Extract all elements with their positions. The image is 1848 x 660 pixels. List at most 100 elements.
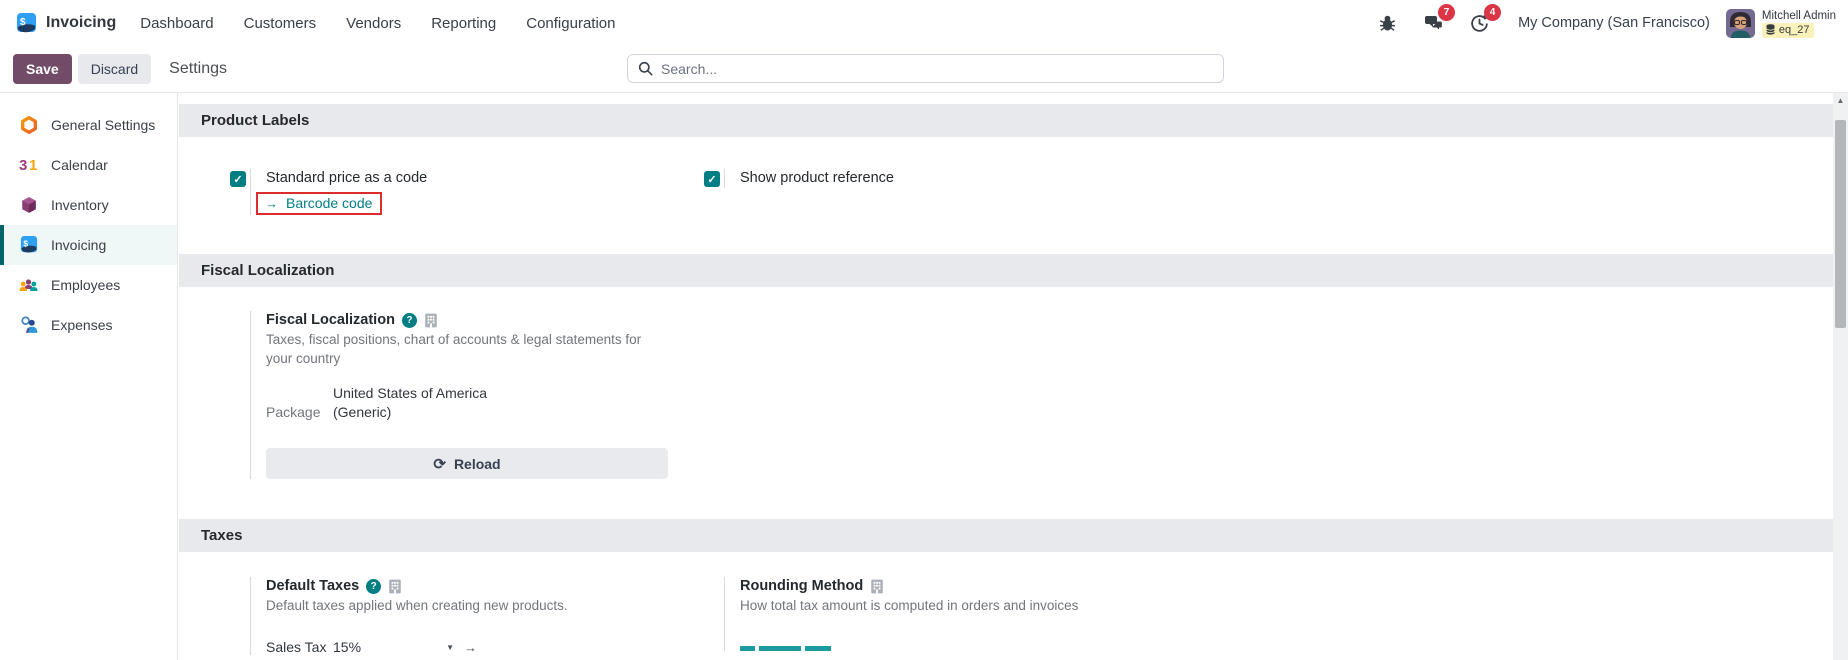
sidebar-item-employees[interactable]: Employees: [0, 265, 177, 305]
section-header-taxes: Taxes: [179, 519, 1833, 552]
activities-badge: 4: [1484, 4, 1501, 21]
menu-configuration[interactable]: Configuration: [526, 15, 615, 32]
sales-tax-field-row: Sales Tax 15% ▼ →: [266, 639, 670, 655]
save-button[interactable]: Save: [13, 54, 72, 84]
sidebar-item-general-settings[interactable]: General Settings: [0, 105, 177, 145]
search-input[interactable]: [661, 61, 1213, 77]
svg-text:$: $: [23, 238, 28, 248]
country-value[interactable]: United States of America: [333, 384, 487, 403]
reload-icon: ⟳: [433, 455, 446, 473]
search-icon: [638, 61, 653, 76]
calendar-icon: 3 1: [19, 156, 38, 175]
user-menu[interactable]: Mitchell Admin eq_27: [1726, 9, 1836, 38]
sidebar-item-label: Employees: [51, 277, 120, 293]
sales-tax-value: 15%: [333, 639, 361, 655]
sidebar-item-label: Expenses: [51, 317, 112, 333]
messages-icon[interactable]: 7: [1420, 10, 1446, 36]
help-icon[interactable]: ?: [366, 579, 381, 594]
invoicing-app-logo-icon[interactable]: $: [16, 13, 37, 34]
user-name: Mitchell Admin: [1762, 9, 1836, 23]
barcode-code-link[interactable]: Barcode code: [286, 195, 372, 211]
svg-text:$: $: [20, 17, 26, 28]
barcode-arrow-icon: →: [265, 196, 278, 211]
setting-fiscal-localization: Fiscal Localization ?: [230, 311, 670, 479]
rounding-method-label: Rounding Method: [740, 577, 863, 596]
activities-clock-icon[interactable]: 4: [1466, 10, 1492, 36]
default-taxes-label: Default Taxes: [266, 577, 359, 596]
vertical-scrollbar[interactable]: ▲: [1833, 93, 1848, 660]
app-name[interactable]: Invoicing: [46, 14, 116, 32]
settings-sidebar: General Settings 3 1 Calendar Inventory: [0, 93, 178, 660]
partially-visible-link[interactable]: [740, 646, 1144, 651]
scroll-up-arrow-icon[interactable]: ▲: [1833, 96, 1848, 105]
discard-button[interactable]: Discard: [78, 54, 151, 84]
sidebar-item-label: Calendar: [51, 157, 108, 173]
package-value[interactable]: (Generic): [333, 403, 391, 422]
database-badge: eq_27: [1762, 23, 1815, 38]
debug-bug-icon[interactable]: [1374, 10, 1400, 36]
fiscal-localization-label: Fiscal Localization: [266, 311, 395, 330]
chevron-down-icon: ▼: [446, 643, 454, 652]
invoicing-icon: $: [19, 236, 38, 255]
svg-text:3: 3: [19, 157, 27, 174]
menu-customers[interactable]: Customers: [244, 15, 317, 32]
general-settings-icon: [19, 116, 38, 135]
sales-tax-label: Sales Tax: [266, 639, 333, 655]
action-bar: Save Discard Settings: [0, 46, 1848, 93]
show-product-reference-label[interactable]: Show product reference: [740, 169, 1144, 188]
sidebar-item-label: Invoicing: [51, 237, 106, 253]
user-avatar: [1726, 9, 1755, 38]
database-name: eq_27: [1779, 23, 1810, 37]
topbar-right-area: 7 4 My Company (San Francisco): [1354, 9, 1836, 38]
company-switcher[interactable]: My Company (San Francisco): [1518, 15, 1710, 31]
main-menu: Dashboard Customers Vendors Reporting Co…: [140, 15, 615, 32]
check-icon: ✓: [233, 173, 242, 186]
country-row: United States of America: [266, 384, 670, 403]
menu-vendors[interactable]: Vendors: [346, 15, 401, 32]
user-meta: Mitchell Admin eq_27: [1762, 9, 1836, 38]
svg-text:1: 1: [29, 157, 37, 174]
menu-dashboard[interactable]: Dashboard: [140, 15, 213, 32]
search-box[interactable]: [627, 54, 1224, 83]
sales-tax-select[interactable]: 15% ▼: [333, 639, 454, 655]
help-icon[interactable]: ?: [402, 313, 417, 328]
setting-standard-price-as-code: ✓ Standard price as a code → Barcode cod…: [230, 169, 670, 215]
page-title: Settings: [169, 60, 227, 78]
default-taxes-desc: Default taxes applied when creating new …: [266, 596, 670, 615]
barcode-code-highlight-box[interactable]: → Barcode code: [256, 192, 382, 215]
expenses-icon: [19, 316, 38, 335]
check-icon: ✓: [707, 173, 716, 186]
sidebar-item-inventory[interactable]: Inventory: [0, 185, 177, 225]
show-product-reference-checkbox[interactable]: ✓: [704, 171, 720, 187]
sidebar-item-label: General Settings: [51, 117, 155, 133]
section-title: Fiscal Localization: [201, 262, 334, 279]
standard-price-checkbox[interactable]: ✓: [230, 171, 246, 187]
enterprise-building-icon: [424, 313, 438, 328]
setting-show-product-reference: ✓ Show product reference: [704, 169, 1144, 188]
standard-price-label[interactable]: Standard price as a code: [266, 169, 670, 188]
sidebar-item-label: Inventory: [51, 197, 109, 213]
sidebar-item-calendar[interactable]: 3 1 Calendar: [0, 145, 177, 185]
enterprise-building-icon: [870, 579, 884, 594]
sidebar-item-invoicing[interactable]: $ Invoicing: [0, 225, 177, 265]
reload-button[interactable]: ⟳ Reload: [266, 448, 668, 479]
inventory-icon: [19, 196, 38, 215]
odoo-invoicing-settings-screen: $ Invoicing Dashboard Customers Vendors …: [0, 0, 1848, 660]
enterprise-building-icon: [388, 579, 402, 594]
database-icon: [1766, 24, 1775, 35]
section-title: Product Labels: [201, 112, 309, 129]
employees-icon: [19, 276, 38, 295]
setting-default-taxes: Default Taxes ? Default taxe: [230, 577, 670, 655]
section-title: Taxes: [201, 527, 242, 544]
menu-reporting[interactable]: Reporting: [431, 15, 496, 32]
scrollbar-thumb[interactable]: [1835, 120, 1846, 328]
settings-content: Product Labels ✓ Standard price as a cod…: [179, 93, 1833, 660]
rounding-method-desc: How total tax amount is computed in orde…: [740, 596, 1144, 615]
section-header-fiscal-localization: Fiscal Localization: [179, 254, 1833, 287]
messages-badge: 7: [1438, 4, 1455, 21]
internal-link-arrow-icon[interactable]: →: [464, 640, 477, 655]
setting-rounding-method: Rounding Method How total tax amount is: [704, 577, 1144, 651]
package-row: Package (Generic): [266, 403, 670, 422]
fiscal-localization-desc: Taxes, fiscal positions, chart of accoun…: [266, 330, 670, 368]
sidebar-item-expenses[interactable]: Expenses: [0, 305, 177, 345]
